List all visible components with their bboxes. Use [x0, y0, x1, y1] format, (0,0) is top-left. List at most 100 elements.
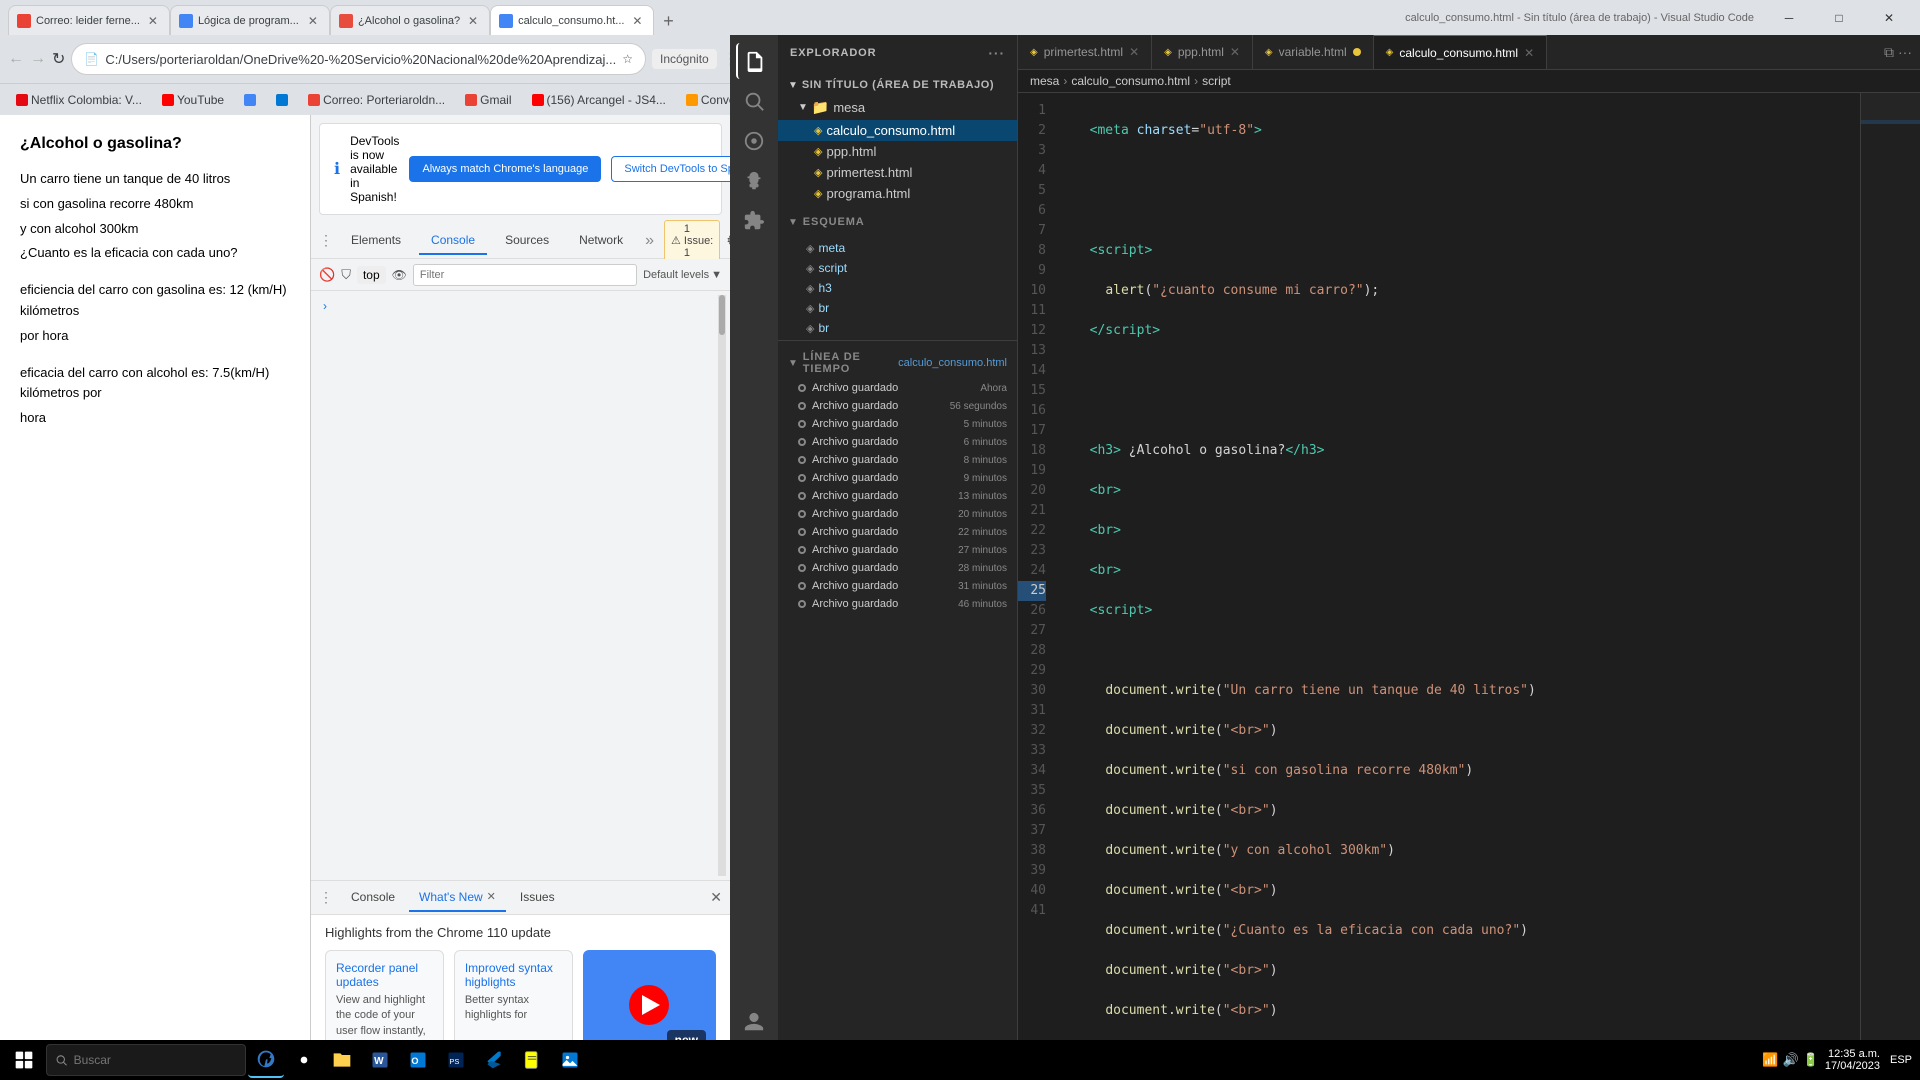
devtools-tab-network[interactable]: Network	[567, 227, 635, 255]
url-bar[interactable]: 📄 C:/Users/porteriaroldan/OneDrive%20-%2…	[71, 43, 646, 75]
schema-h3[interactable]: ◈ h3	[778, 278, 1017, 298]
split-editor-icon[interactable]: ⧉	[1884, 44, 1894, 61]
bookmark-4[interactable]	[268, 91, 296, 109]
timeline-panel-header[interactable]: ▼ LÍNEA DE TIEMPO calculo_consumo.html	[778, 347, 1017, 379]
bottom-tab-whats-new[interactable]: What's New ✕	[409, 884, 506, 912]
activity-debug-icon[interactable]	[736, 163, 772, 199]
bookmark-gmail[interactable]: Gmail	[457, 90, 519, 110]
taskbar-explorer-icon[interactable]	[324, 1042, 360, 1078]
devtools-tab-sources[interactable]: Sources	[493, 227, 561, 255]
clear-console-icon[interactable]: 🚫	[319, 267, 335, 283]
timeline-row-6[interactable]: Archivo guardado 13 minutos	[778, 487, 1017, 505]
always-match-language-button[interactable]: Always match Chrome's language	[409, 156, 601, 182]
console-scroll-bar[interactable]	[718, 295, 726, 876]
default-levels-dropdown[interactable]: Default levels ▼	[643, 269, 722, 281]
minimize-button[interactable]: ─	[1766, 2, 1812, 34]
folder-mesa[interactable]: ▼ 📁 mesa	[778, 95, 1017, 120]
bottom-panel-close-button[interactable]: ✕	[710, 889, 722, 906]
console-filter-input[interactable]	[413, 264, 637, 286]
activity-extensions-icon[interactable]	[736, 203, 772, 239]
schema-script[interactable]: ◈ script	[778, 258, 1017, 278]
taskbar-search[interactable]	[46, 1044, 246, 1076]
wifi-icon[interactable]: 📶	[1762, 1052, 1778, 1068]
bottom-tab-issues[interactable]: Issues	[510, 884, 565, 912]
timeline-row-1[interactable]: Archivo guardado 56 segundos	[778, 397, 1017, 415]
editor-tab-close-4[interactable]: ✕	[1524, 46, 1534, 60]
taskbar-vscode-icon[interactable]	[476, 1042, 512, 1078]
code-editor[interactable]: <meta charset="utf-8"> <script> alert("¿…	[1058, 93, 1860, 1058]
taskbar-photos-icon[interactable]	[552, 1042, 588, 1078]
timeline-row-10[interactable]: Archivo guardado 28 minutos	[778, 559, 1017, 577]
timeline-row-8[interactable]: Archivo guardado 22 minutos	[778, 523, 1017, 541]
bottom-panel-menu-icon[interactable]: ⋮	[319, 889, 333, 906]
taskbar-notepad-icon[interactable]	[514, 1042, 550, 1078]
taskbar-edge-icon[interactable]	[248, 1042, 284, 1078]
more-actions-icon[interactable]: ···	[1898, 44, 1912, 60]
bottom-tab-console[interactable]: Console	[341, 884, 405, 912]
file-primertest[interactable]: ◈ primertest.html	[778, 162, 1017, 183]
editor-tab-calculo-consumo[interactable]: ◈ calculo_consumo.html ✕	[1374, 35, 1548, 70]
new-tab-button[interactable]: +	[654, 7, 682, 35]
whats-new-tab-close[interactable]: ✕	[487, 890, 496, 903]
schema-br-2[interactable]: ◈ br	[778, 318, 1017, 338]
play-button[interactable]	[629, 985, 669, 1025]
bookmark-correo[interactable]: Correo: Porteriaroldn...	[300, 90, 453, 110]
bookmark-youtube[interactable]: YouTube	[154, 90, 232, 110]
whats-new-card-1-title[interactable]: Recorder panel updates	[336, 961, 433, 989]
explorer-more-button[interactable]: ···	[988, 45, 1005, 61]
battery-icon[interactable]: 🔋	[1803, 1052, 1819, 1068]
forward-button[interactable]: →	[30, 45, 46, 73]
devtools-more-tabs-icon[interactable]: »	[641, 232, 658, 250]
taskbar-word-icon[interactable]: W	[362, 1042, 398, 1078]
devtools-menu-icon[interactable]: ⋮	[319, 232, 333, 249]
timeline-row-7[interactable]: Archivo guardado 20 minutos	[778, 505, 1017, 523]
file-calculo-consumo[interactable]: ◈ calculo_consumo.html	[778, 120, 1017, 141]
start-button[interactable]	[4, 1044, 44, 1076]
switch-devtools-spanish-button[interactable]: Switch DevTools to Spanish	[611, 156, 730, 182]
browser-tab-1[interactable]: Correo: leider ferne... ✕	[8, 5, 170, 35]
bookmark-3[interactable]	[236, 91, 264, 109]
workspace-folder[interactable]: ▼ SIN TÍTULO (ÁREA DE TRABAJO)	[778, 75, 1017, 95]
timeline-row-2[interactable]: Archivo guardado 5 minutos	[778, 415, 1017, 433]
schema-meta[interactable]: ◈ meta	[778, 238, 1017, 258]
timeline-row-9[interactable]: Archivo guardado 27 minutos	[778, 541, 1017, 559]
reload-button[interactable]: ↻	[52, 45, 65, 73]
devtools-tab-elements[interactable]: Elements	[339, 227, 413, 255]
bookmark-arcangel[interactable]: (156) Arcangel - JS4...	[524, 90, 674, 110]
schema-br-1[interactable]: ◈ br	[778, 298, 1017, 318]
browser-tab-4[interactable]: calculo_consumo.ht... ✕	[490, 5, 654, 35]
timeline-row-0[interactable]: Archivo guardado Ahora	[778, 379, 1017, 397]
eye-icon[interactable]: 👁	[392, 268, 407, 282]
editor-tab-ppp[interactable]: ◈ ppp.html ✕	[1152, 35, 1253, 70]
bookmark-netflix[interactable]: Netflix Colombia: V...	[8, 90, 150, 110]
browser-tab-2[interactable]: Lógica de program... ✕	[170, 5, 330, 35]
browser-tab-3[interactable]: ¿Alcohol o gasolina? ✕	[330, 5, 490, 35]
tab-close-4[interactable]: ✕	[629, 13, 645, 29]
issues-badge[interactable]: ⚠ 1 Issue: 1	[664, 220, 720, 262]
taskbar-outlook-icon[interactable]: O	[400, 1042, 436, 1078]
whats-new-card-2-title[interactable]: Improved syntax higblights	[465, 961, 562, 989]
back-button[interactable]: ←	[8, 45, 24, 73]
taskbar-powershell-icon[interactable]: PS	[438, 1042, 474, 1078]
timeline-row-3[interactable]: Archivo guardado 6 minutos	[778, 433, 1017, 451]
taskbar-chrome-icon[interactable]	[286, 1042, 322, 1078]
activity-git-icon[interactable]	[736, 123, 772, 159]
activity-explorer-icon[interactable]	[736, 43, 772, 79]
timeline-row-12[interactable]: Archivo guardado 46 minutos	[778, 595, 1017, 613]
file-ppp[interactable]: ◈ ppp.html	[778, 141, 1017, 162]
file-programa[interactable]: ◈ programa.html	[778, 183, 1017, 204]
activity-account-icon[interactable]	[736, 1004, 772, 1040]
timeline-row-4[interactable]: Archivo guardado 8 minutos	[778, 451, 1017, 469]
bookmark-star-icon[interactable]: ☆	[622, 52, 633, 66]
editor-tab-variable[interactable]: ◈ variable.html	[1253, 35, 1374, 70]
editor-tab-primertest[interactable]: ◈ primertest.html ✕	[1018, 35, 1152, 70]
timeline-row-11[interactable]: Archivo guardado 31 minutos	[778, 577, 1017, 595]
schema-header[interactable]: ▼ ESQUEMA	[788, 216, 1007, 228]
maximize-button[interactable]: □	[1816, 2, 1862, 34]
console-chevron[interactable]: ›	[315, 295, 718, 317]
console-filter-icon[interactable]: ⛉	[341, 267, 351, 283]
taskbar-search-input[interactable]	[74, 1053, 237, 1067]
volume-icon[interactable]: 🔊	[1783, 1052, 1799, 1068]
taskbar-clock[interactable]: 12:35 a.m. 17/04/2023	[1825, 1048, 1880, 1072]
close-button[interactable]: ✕	[1866, 2, 1912, 34]
